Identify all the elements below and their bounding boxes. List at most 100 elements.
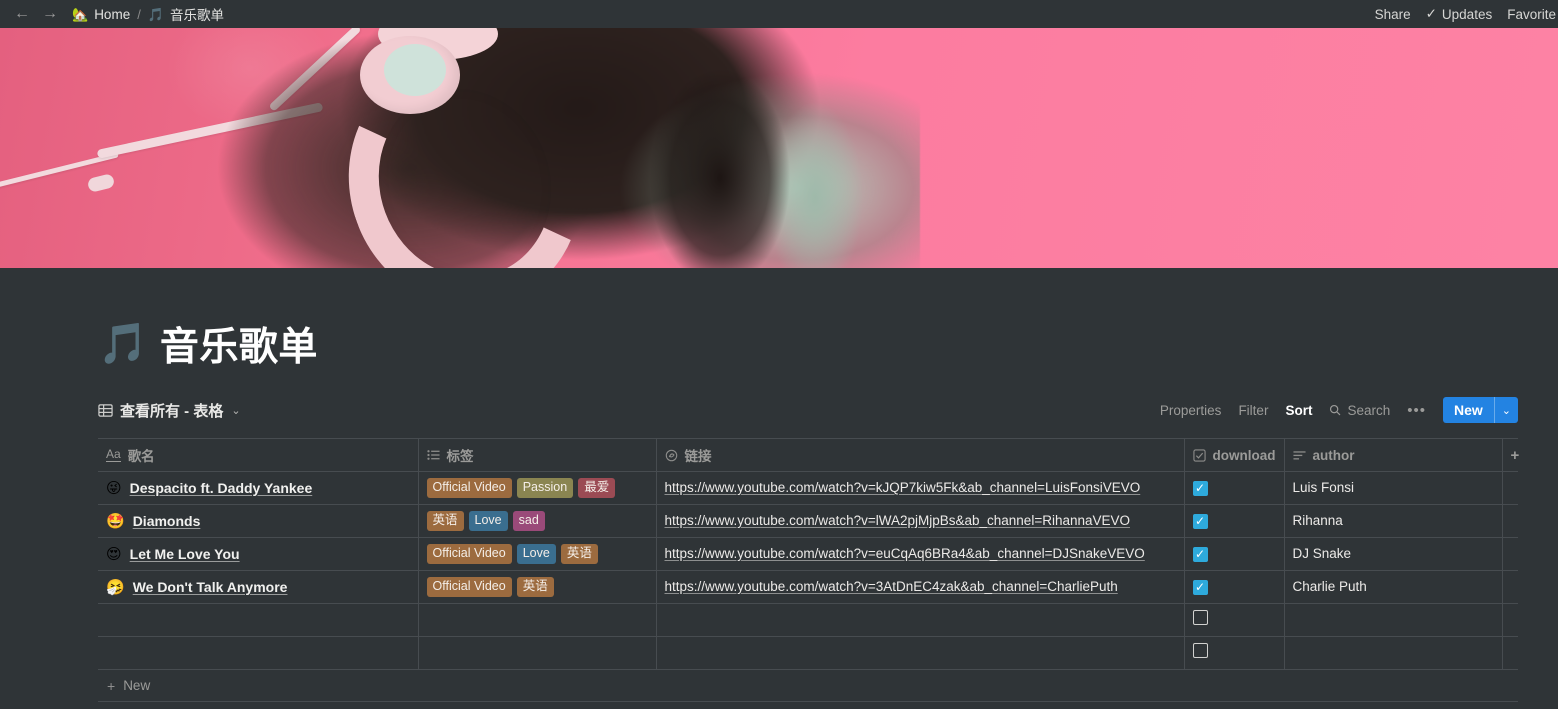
cell-author[interactable]: Rihanna <box>1284 504 1503 538</box>
cell-download[interactable] <box>1184 636 1285 670</box>
cell-tags[interactable]: Official Video Love 英语 <box>418 537 657 571</box>
song-title[interactable]: Diamonds <box>133 513 201 529</box>
cell-song-name[interactable] <box>98 636 419 670</box>
checkbox-checked[interactable] <box>1192 480 1208 496</box>
cell-author[interactable] <box>1284 603 1503 637</box>
cell-link[interactable] <box>656 636 1185 670</box>
favorite-button[interactable]: Favorite <box>1507 7 1556 22</box>
new-row-button[interactable]: + New <box>98 670 1518 702</box>
plus-icon: + <box>107 677 116 694</box>
table-row[interactable]: 🤧 We Don't Talk Anymore Official Video 英语 ht… <box>98 570 1518 604</box>
column-header-author[interactable]: author <box>1284 438 1503 472</box>
cell-author[interactable] <box>1284 636 1503 670</box>
cell-download[interactable] <box>1184 504 1285 538</box>
tag-chip[interactable]: sad <box>512 510 545 532</box>
tag-chip[interactable]: Official Video <box>426 477 512 499</box>
table-row[interactable]: 😍 Let Me Love You Official Video Love 英语 http… <box>98 537 1518 571</box>
song-title[interactable]: Despacito ft. Daddy Yankee <box>130 480 313 496</box>
cell-tags[interactable] <box>418 603 657 637</box>
cell-download[interactable] <box>1184 570 1285 604</box>
column-header-download[interactable]: download <box>1184 438 1285 472</box>
song-title[interactable]: We Don't Talk Anymore <box>133 579 288 595</box>
search-button[interactable]: Search <box>1329 403 1390 418</box>
cell-author[interactable]: Charlie Puth <box>1284 570 1503 604</box>
cell-link[interactable]: https://www.youtube.com/watch?v=kJQP7kiw… <box>656 471 1185 505</box>
table-body: 😜 Despacito ft. Daddy Yankee Official Vide… <box>98 471 1518 670</box>
column-header-link[interactable]: 链接 <box>656 438 1185 472</box>
properties-button[interactable]: Properties <box>1160 403 1222 418</box>
table-head: Aa 歌名 标签 链接 download author + <box>98 438 1519 472</box>
cell-author[interactable]: DJ Snake <box>1284 537 1503 571</box>
column-label: 标签 <box>446 449 474 464</box>
checkbox-checked[interactable] <box>1192 546 1208 562</box>
sort-button[interactable]: Sort <box>1285 403 1312 418</box>
tag-chip[interactable]: Official Video <box>426 576 512 598</box>
song-title[interactable]: Let Me Love You <box>130 546 240 562</box>
tag-chip[interactable]: Love <box>516 543 556 565</box>
top-navigation-bar: ← → 🏡 Home / 🎵 音乐歌单 Share ✓ Updates Favo… <box>0 0 1558 28</box>
cell-song-name[interactable]: 🤩 Diamonds <box>98 504 419 538</box>
cell-download[interactable] <box>1184 603 1285 637</box>
breadcrumb-item-page[interactable]: 🎵 音乐歌单 <box>148 4 224 24</box>
back-arrow-icon[interactable]: ← <box>14 6 30 22</box>
column-header-name[interactable]: Aa 歌名 <box>98 438 419 472</box>
page-title[interactable]: 音乐歌单 <box>160 316 318 372</box>
cell-link[interactable]: https://www.youtube.com/watch?v=euCqAq6B… <box>656 537 1185 571</box>
youtube-link[interactable]: https://www.youtube.com/watch?v=3AtDnEC4… <box>665 579 1118 594</box>
forward-arrow-icon[interactable]: → <box>42 6 58 22</box>
new-button-chevron-down-icon[interactable]: ⌄ <box>1495 397 1518 423</box>
column-header-tags[interactable]: 标签 <box>418 438 657 472</box>
checkbox-checked[interactable] <box>1192 513 1208 529</box>
tag-chip[interactable]: Passion <box>516 477 574 499</box>
tag-chip[interactable]: 英语 <box>426 510 464 532</box>
add-column-button[interactable]: + <box>1502 438 1519 472</box>
database-table: Aa 歌名 标签 链接 download author + 😜 Despacit… <box>98 438 1519 709</box>
more-options-icon[interactable]: ••• <box>1407 402 1426 419</box>
youtube-link[interactable]: https://www.youtube.com/watch?v=kJQP7kiw… <box>665 480 1141 495</box>
page-icon-music-note[interactable]: 🎵 <box>98 324 148 364</box>
cell-download[interactable] <box>1184 471 1285 505</box>
column-label: download <box>1212 447 1276 463</box>
table-row[interactable] <box>98 636 1518 670</box>
table-header-row: Aa 歌名 标签 链接 download author + <box>98 438 1519 472</box>
cell-song-name[interactable]: 🤧 We Don't Talk Anymore <box>98 570 419 604</box>
table-row[interactable]: 😜 Despacito ft. Daddy Yankee Official Vide… <box>98 471 1518 505</box>
cell-song-name[interactable]: 😍 Let Me Love You <box>98 537 419 571</box>
checkbox-checked[interactable] <box>1192 579 1208 595</box>
cell-tags[interactable]: Official Video Passion 最爱 <box>418 471 657 505</box>
cell-link[interactable] <box>656 603 1185 637</box>
checkbox-unchecked[interactable] <box>1192 643 1208 658</box>
check-icon: ✓ <box>1425 6 1437 21</box>
cell-tags[interactable]: Official Video 英语 <box>418 570 657 604</box>
table-row[interactable] <box>98 603 1518 637</box>
page-content: 🎵 音乐歌单 查看所有 - 表格 ⌄ Properties Filter Sor… <box>0 268 1558 709</box>
youtube-link[interactable]: https://www.youtube.com/watch?v=lWA2pjMj… <box>665 513 1131 528</box>
table-row[interactable]: 🤩 Diamonds 英语 Love sad https://www.youtube.co… <box>98 504 1518 538</box>
youtube-link[interactable]: https://www.youtube.com/watch?v=euCqAq6B… <box>665 546 1145 561</box>
cell-tags[interactable]: 英语 Love sad <box>418 504 657 538</box>
breadcrumb-page-label: 音乐歌单 <box>170 8 225 23</box>
cell-author[interactable]: Luis Fonsi <box>1284 471 1503 505</box>
share-button[interactable]: Share <box>1375 7 1411 22</box>
cell-link[interactable]: https://www.youtube.com/watch?v=lWA2pjMj… <box>656 504 1185 538</box>
checkbox-unchecked[interactable] <box>1192 610 1208 625</box>
row-emoji-icon: 🤩 <box>106 512 125 530</box>
cell-spacer <box>1502 504 1518 538</box>
cell-link[interactable]: https://www.youtube.com/watch?v=3AtDnEC4… <box>656 570 1185 604</box>
tag-chip[interactable]: Love <box>468 510 508 532</box>
cell-song-name[interactable] <box>98 603 419 637</box>
tag-chip[interactable]: 最爱 <box>578 477 616 499</box>
tag-chip[interactable]: Official Video <box>426 543 512 565</box>
cell-tags[interactable] <box>418 636 657 670</box>
tag-chip[interactable]: 英语 <box>560 543 598 565</box>
breadcrumb-item-home[interactable]: 🏡 Home <box>72 7 130 22</box>
cell-song-name[interactable]: 😜 Despacito ft. Daddy Yankee <box>98 471 419 505</box>
filter-button[interactable]: Filter <box>1238 403 1268 418</box>
title-aa-icon: Aa <box>106 447 121 462</box>
view-selector[interactable]: 查看所有 - 表格 ⌄ <box>98 400 241 421</box>
cell-download[interactable] <box>1184 537 1285 571</box>
new-record-button[interactable]: New ⌄ <box>1442 397 1518 423</box>
cover-image[interactable] <box>0 28 1558 268</box>
updates-button[interactable]: Updates <box>1442 7 1492 22</box>
tag-chip[interactable]: 英语 <box>516 576 554 598</box>
